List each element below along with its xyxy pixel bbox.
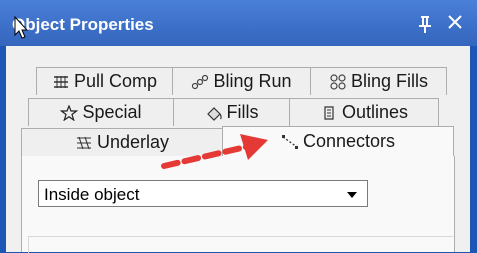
connector-mode-dropdown[interactable]: Inside object bbox=[38, 180, 368, 207]
bling-fills-icon bbox=[330, 73, 346, 90]
bling-run-icon bbox=[192, 74, 209, 89]
title-bar: Object Properties bbox=[0, 0, 477, 46]
inner-group-frame bbox=[28, 236, 453, 253]
tab-label: Fills bbox=[226, 102, 259, 122]
tab-label: Connectors bbox=[302, 131, 396, 151]
tab-pull-comp[interactable]: Pull Comp bbox=[36, 67, 173, 95]
tab-bling-run[interactable]: Bling Run bbox=[172, 67, 311, 95]
tab-outlines[interactable]: Outlines bbox=[289, 98, 439, 126]
tab-label: Pull Comp bbox=[73, 71, 158, 91]
connectors-icon bbox=[281, 134, 298, 149]
pin-icon[interactable] bbox=[418, 15, 432, 33]
tab-label: Outlines bbox=[341, 102, 409, 122]
dropdown-value: Inside object bbox=[44, 185, 140, 204]
close-icon[interactable] bbox=[448, 15, 462, 29]
pull-comp-icon bbox=[53, 75, 68, 88]
tab-fills[interactable]: Fills bbox=[173, 98, 290, 126]
tab-label: Bling Fills bbox=[350, 71, 429, 91]
underlay-icon bbox=[76, 136, 91, 149]
window-title: Object Properties bbox=[12, 15, 154, 34]
mouse-cursor-icon bbox=[14, 16, 28, 39]
tab-special[interactable]: Special bbox=[28, 98, 174, 126]
annotation-arrow bbox=[161, 134, 268, 169]
tab-label: Underlay bbox=[96, 132, 170, 152]
outlines-icon bbox=[324, 105, 334, 120]
chevron-down-icon bbox=[347, 192, 357, 198]
star-icon bbox=[60, 104, 79, 121]
tab-label: Special bbox=[82, 102, 142, 122]
tab-label: Bling Run bbox=[213, 71, 292, 91]
fills-icon bbox=[206, 106, 222, 121]
tab-bling-fills[interactable]: Bling Fills bbox=[310, 67, 447, 95]
